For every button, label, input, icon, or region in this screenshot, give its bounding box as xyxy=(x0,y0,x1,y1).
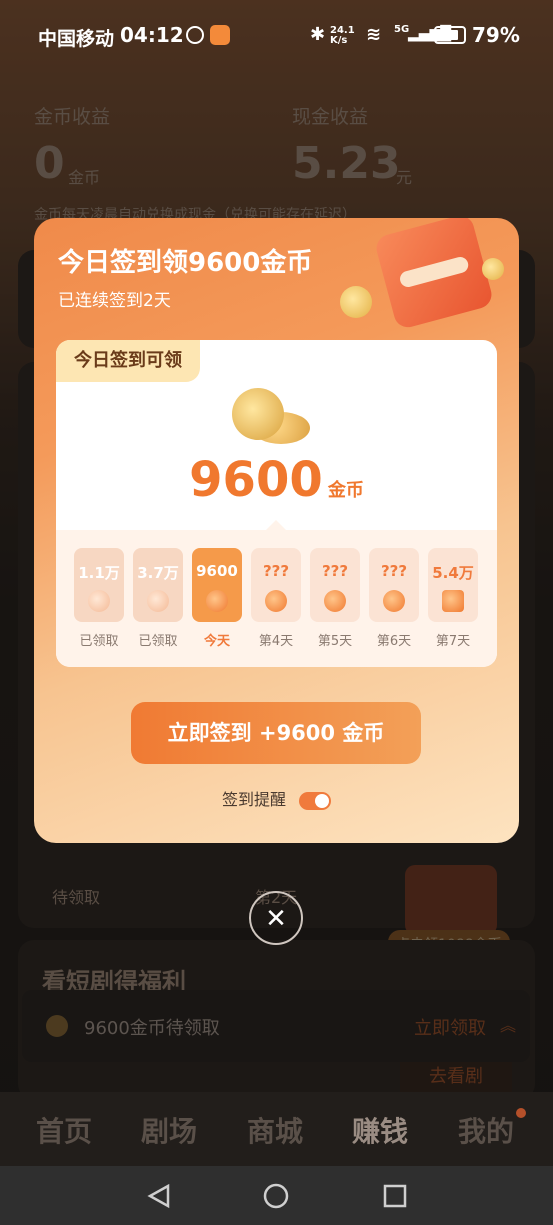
day-item-2: 3.7万 已领取 xyxy=(133,548,183,649)
coin-icon xyxy=(383,590,405,612)
system-nav-bar xyxy=(0,1166,553,1225)
day-value: 5.4万 xyxy=(432,564,474,582)
tab-theater[interactable]: 剧场 xyxy=(141,1110,197,1150)
day-value: ??? xyxy=(321,562,349,580)
battery-icon xyxy=(434,26,466,44)
day-value: 3.7万 xyxy=(137,564,179,582)
day-item-4: ??? 第4天 xyxy=(251,548,301,649)
clock: 04:12 xyxy=(120,23,184,47)
pointer-arrow xyxy=(266,520,286,530)
coin-icon xyxy=(206,590,228,612)
tab-mall[interactable]: 商城 xyxy=(247,1110,303,1150)
coin-icon xyxy=(482,258,504,280)
coin-icon xyxy=(265,590,287,612)
bluetooth-icon: ✱ xyxy=(310,24,326,45)
home-icon[interactable] xyxy=(263,1183,289,1209)
day-label: 第6天 xyxy=(376,634,412,649)
reminder-label: 签到提醒 xyxy=(221,790,286,809)
carrier: 中国移动 xyxy=(38,28,115,50)
coin-icon xyxy=(147,590,169,612)
day-label: 今天 xyxy=(203,634,230,649)
battery-percent: 79% xyxy=(472,23,520,47)
day-value: 9600 xyxy=(196,562,238,580)
tab-home[interactable]: 首页 xyxy=(36,1110,92,1150)
tab-mine[interactable]: 我的 xyxy=(458,1110,514,1150)
day-label: 第5天 xyxy=(317,634,353,649)
day-value: ??? xyxy=(380,562,408,580)
coin-icon xyxy=(340,286,372,318)
wifi-icon: ≋ xyxy=(366,24,382,45)
tab-earn[interactable]: 赚钱 xyxy=(352,1110,408,1150)
recents-icon[interactable] xyxy=(383,1184,407,1208)
bottom-tab-bar: 首页 剧场 商城 赚钱 我的 xyxy=(0,1092,553,1166)
today-claim-tag: 今日签到可领 xyxy=(56,340,200,382)
coin-icon xyxy=(88,590,110,612)
day-item-3: 9600 今天 xyxy=(192,548,242,649)
coin-stack-icon xyxy=(232,388,312,444)
reward-amount: 9600 金币 xyxy=(56,452,497,508)
coin-icon xyxy=(324,590,346,612)
day-label: 第7天 xyxy=(435,634,471,649)
day-value: 1.1万 xyxy=(78,564,120,582)
day-label: 第4天 xyxy=(258,634,294,649)
gift-icon xyxy=(442,590,464,612)
red-envelope-icon xyxy=(373,218,495,331)
day-label: 已领取 xyxy=(79,634,119,649)
day-label: 已领取 xyxy=(138,634,178,649)
network-speed: 24.1 K/s xyxy=(330,25,355,46)
back-icon[interactable] xyxy=(146,1183,172,1209)
day-item-1: 1.1万 已领取 xyxy=(74,548,124,649)
day-item-5: ??? 第5天 xyxy=(310,548,360,649)
reminder-toggle[interactable] xyxy=(299,791,332,810)
reward-number: 9600 xyxy=(189,452,323,508)
modal-subtitle: 已连续签到2天 xyxy=(58,291,171,311)
status-bar: 中国移动 04:12 ✱ 24.1 K/s ≋ 5G ▂▄▆█ 79% xyxy=(0,18,553,54)
notification-dot xyxy=(516,1108,526,1118)
app-badge-icon xyxy=(210,25,230,45)
sign-in-button[interactable]: 立即签到 +9600 金币 xyxy=(131,702,421,764)
checkin-card: 今日签到可领 9600 金币 1.1万 已领取 3.7万 已领取 9600 今天… xyxy=(56,340,497,667)
day-value: ??? xyxy=(262,562,290,580)
day-item-7: 5.4万 第7天 xyxy=(428,548,478,649)
day-item-6: ??? 第6天 xyxy=(369,548,419,649)
notification-icon xyxy=(186,26,204,44)
network-type: 5G xyxy=(394,24,410,35)
modal-title: 今日签到领9600金币 xyxy=(58,248,313,278)
checkin-modal: 今日签到领9600金币 已连续签到2天 今日签到可领 9600 金币 1.1万 … xyxy=(34,218,519,843)
close-icon[interactable]: ✕ xyxy=(249,891,303,945)
reminder-row: 签到提醒 xyxy=(34,786,519,810)
reward-unit: 金币 xyxy=(327,480,364,501)
